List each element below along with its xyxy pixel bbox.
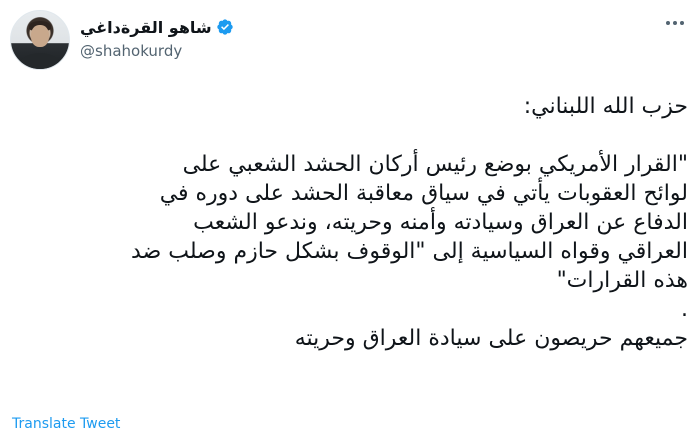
tweet-text: حزب الله اللبناني: "القرار الأمريكي بوضع… — [10, 92, 688, 353]
tweet-header: شاهو القرةداغي @shahokurdy — [10, 10, 690, 70]
tweet-card: شاهو القرةداغي @shahokurdy حزب الله اللب… — [0, 0, 700, 443]
tweet-line: "القرار الأمريكي بوضع رئيس أركان الحشد ا… — [182, 152, 688, 177]
more-options-icon[interactable] — [662, 14, 688, 32]
avatar-shoulders — [19, 53, 61, 69]
display-name-row: شاهو القرةداغي — [80, 16, 234, 38]
tweet-line: هذه القرارات" — [556, 268, 688, 293]
tweet-line: العراقي وقواه السياسية إلى "الوقوف بشكل … — [131, 239, 688, 264]
translate-tweet-link[interactable]: Translate Tweet — [12, 416, 120, 432]
avatar-face — [31, 25, 49, 47]
display-name[interactable]: شاهو القرةداغي — [80, 18, 212, 37]
user-handle[interactable]: @shahokurdy — [80, 42, 234, 60]
tweet-line: جميعهم حريصون على سيادة العراق وحريته — [294, 326, 688, 351]
tweet-line: حزب الله اللبناني: — [523, 94, 688, 119]
tweet-line: لوائح العقوبات يأتي في سياق معاقبة الحشد… — [159, 181, 688, 206]
author-info: شاهو القرةداغي @shahokurdy — [80, 16, 234, 60]
avatar[interactable] — [10, 10, 70, 70]
verified-badge-icon — [216, 18, 234, 36]
tweet-line: . — [681, 297, 688, 322]
tweet-line: الدفاع عن العراق وسيادته وأمنه وحريته، و… — [193, 210, 688, 235]
